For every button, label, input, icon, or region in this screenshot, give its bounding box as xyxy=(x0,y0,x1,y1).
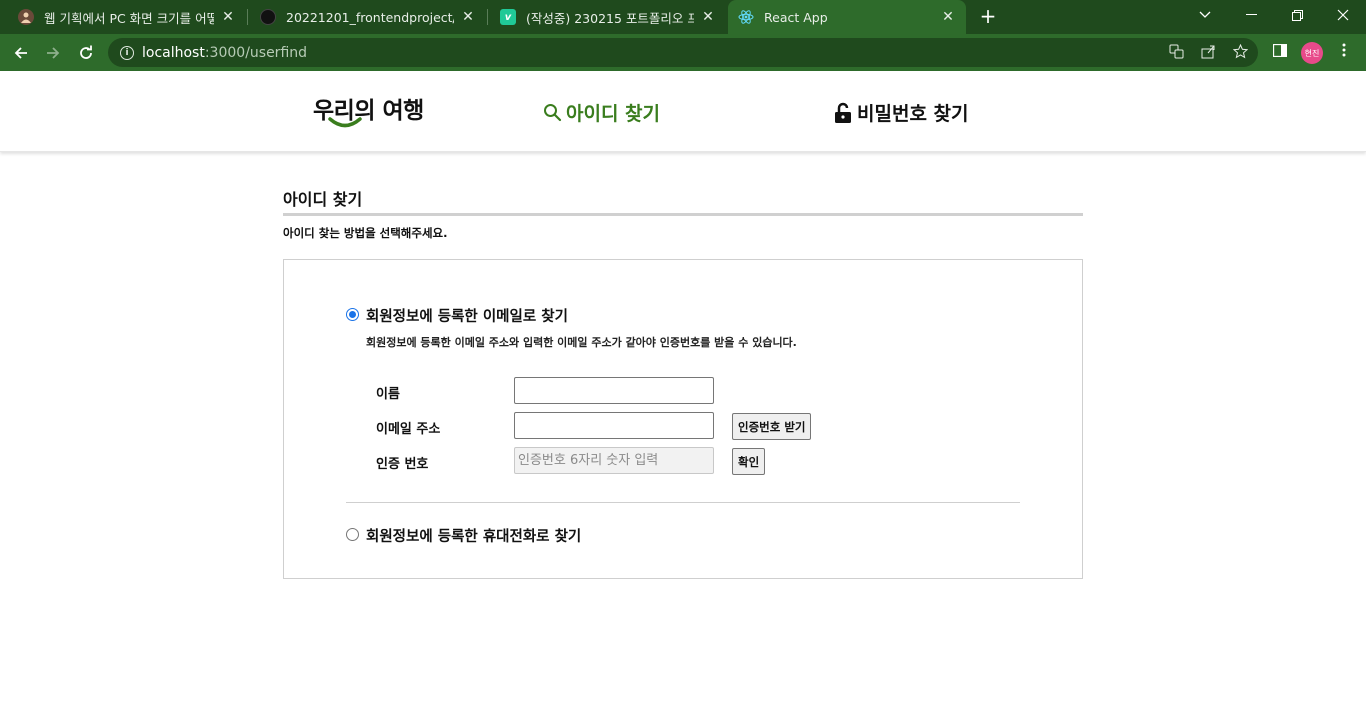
side-panel-icon[interactable] xyxy=(1270,43,1290,61)
phone-option-label[interactable]: 회원정보에 등록한 휴대전화로 찾기 xyxy=(366,525,581,546)
name-label: 이름 xyxy=(376,387,400,402)
menu-kebab-icon[interactable] xyxy=(1334,43,1354,61)
nav-find-id[interactable]: 아이디 찾기 xyxy=(542,99,660,126)
nav-find-password-label: 비밀번호 찾기 xyxy=(857,103,969,125)
back-icon[interactable] xyxy=(8,40,34,66)
close-icon[interactable]: ✕ xyxy=(940,9,956,25)
title-divider xyxy=(283,213,1083,216)
browser-tab[interactable]: v (작성중) 230215 포트폴리오 프로 ✕ xyxy=(490,0,726,34)
address-bar[interactable]: i localhost:3000/userfind xyxy=(108,38,1258,67)
email-input[interactable] xyxy=(514,412,714,439)
forward-icon[interactable] xyxy=(40,40,66,66)
url-path: :3000/userfind xyxy=(204,44,308,61)
code-label: 인증 번호 xyxy=(376,457,429,472)
nav-find-password[interactable]: 비밀번호 찾기 xyxy=(833,99,969,126)
avatar-icon xyxy=(18,9,34,25)
browser-tab-active[interactable]: React App ✕ xyxy=(728,0,966,34)
name-input[interactable] xyxy=(514,377,714,404)
send-code-button[interactable]: 인증번호 받기 xyxy=(732,413,812,440)
close-window-icon[interactable] xyxy=(1320,0,1366,30)
tab-title: (작성중) 230215 포트폴리오 프로 xyxy=(526,10,694,26)
url-host: localhost xyxy=(142,44,205,61)
browser-tab[interactable]: 웹 기획에서 PC 화면 크기를 어떻 ✕ xyxy=(8,0,246,34)
nav-find-id-label: 아이디 찾기 xyxy=(566,103,661,125)
minimize-icon[interactable] xyxy=(1228,0,1274,30)
confirm-button[interactable]: 확인 xyxy=(732,448,766,475)
restore-icon[interactable] xyxy=(1274,0,1320,30)
tab-title: 20221201_frontendproject/serve xyxy=(286,9,454,25)
tab-separator xyxy=(487,9,488,25)
close-icon[interactable]: ✕ xyxy=(460,9,476,25)
close-icon[interactable]: ✕ xyxy=(220,9,236,25)
share-icon[interactable] xyxy=(1199,44,1217,63)
new-tab-icon[interactable]: + xyxy=(976,4,1000,28)
tab-title: React App xyxy=(764,9,828,25)
unlock-icon xyxy=(833,102,853,124)
page-title: 아이디 찾기 xyxy=(283,190,363,209)
site-header: 우리의 여행 아이디 찾기 비밀번호 찾기 xyxy=(0,71,1366,152)
phone-option-radio[interactable] xyxy=(346,528,359,541)
close-icon[interactable]: ✕ xyxy=(700,9,716,25)
option-divider xyxy=(346,502,1020,503)
tab-title: 웹 기획에서 PC 화면 크기를 어떻 xyxy=(44,10,214,26)
email-option-label[interactable]: 회원정보에 등록한 이메일로 찾기 xyxy=(366,305,568,326)
email-label: 이메일 주소 xyxy=(376,422,441,437)
react-icon xyxy=(738,9,754,25)
find-id-panel: 회원정보에 등록한 이메일로 찾기 회원정보에 등록한 이메일 주소와 입력한 … xyxy=(283,259,1083,579)
tab-separator xyxy=(247,9,248,25)
email-option-description: 회원정보에 등록한 이메일 주소와 입력한 이메일 주소가 같아야 인증번호를 … xyxy=(366,336,797,349)
bookmark-star-icon[interactable] xyxy=(1231,43,1249,63)
site-info-icon[interactable]: i xyxy=(120,45,134,60)
velog-icon: v xyxy=(500,9,516,25)
page-subtitle: 아이디 찾는 방법을 선택해주세요. xyxy=(283,226,448,240)
github-icon xyxy=(260,9,276,25)
translate-icon[interactable] xyxy=(1167,44,1185,63)
email-option-radio[interactable] xyxy=(346,308,359,321)
logo-smile-icon xyxy=(328,117,362,128)
browser-tab[interactable]: 20221201_frontendproject/serve ✕ xyxy=(250,0,486,34)
profile-avatar[interactable]: 현진 xyxy=(1301,42,1323,64)
search-icon xyxy=(542,102,562,124)
reload-icon[interactable] xyxy=(73,40,99,66)
code-input[interactable] xyxy=(514,447,714,474)
browser-toolbar: i localhost:3000/userfind 현진 xyxy=(0,34,1366,71)
browser-tab-bar: 웹 기획에서 PC 화면 크기를 어떻 ✕ 20221201_frontendp… xyxy=(0,0,1366,34)
tab-search-icon[interactable] xyxy=(1182,0,1228,30)
